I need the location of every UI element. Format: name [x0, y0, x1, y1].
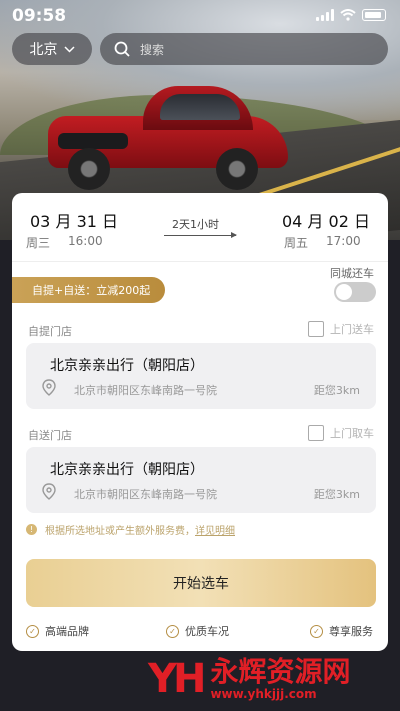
search-icon [114, 41, 130, 57]
return-time[interactable]: 17:00 [326, 234, 361, 248]
return-store-card[interactable]: 北京亲亲出行（朝阳店） 北京市朝阳区东峰南路一号院 距您3km [26, 447, 376, 513]
store-distance: 距您3km [313, 488, 360, 501]
watermark-title: 永辉资源网 [210, 655, 351, 688]
same-city-return-label: 同城还车 [330, 267, 374, 280]
booking-card: 03 月 31 日 周三 16:00 2天1小时 04 月 02 日 周五 17… [12, 193, 388, 651]
pickup-date[interactable]: 03 月 31 日 [30, 208, 118, 232]
location-pin-icon [42, 483, 56, 500]
rental-duration: 2天1小时 [172, 218, 219, 231]
wifi-icon [340, 9, 356, 21]
battery-icon [362, 9, 386, 21]
feature-item: ✓ 高端品牌 [26, 623, 89, 639]
location-pin-icon [42, 379, 56, 396]
store-name: 北京亲亲出行（朝阳店） [50, 358, 204, 374]
search-input[interactable]: 搜索 [100, 33, 388, 65]
fee-notice: ! 根据所选地址或产生额外服务费，详见明细 [26, 522, 235, 537]
store-address: 北京市朝阳区东峰南路一号院 [74, 488, 217, 501]
home-delivery-checkbox[interactable]: 上门送车 [308, 321, 374, 337]
return-weekday: 周五 [284, 236, 309, 250]
check-circle-icon: ✓ [166, 624, 179, 638]
pickup-store-label: 自提门店 [28, 325, 72, 338]
city-label: 北京 [29, 42, 58, 58]
search-placeholder: 搜索 [140, 42, 165, 57]
check-circle-icon: ✓ [26, 624, 39, 638]
signal-icon [316, 9, 334, 21]
store-address: 北京市朝阳区东峰南路一号院 [74, 384, 217, 397]
chevron-down-icon [63, 45, 75, 53]
store-distance: 距您3km [313, 384, 360, 397]
pickup-store-card[interactable]: 北京亲亲出行（朝阳店） 北京市朝阳区东峰南路一号院 距您3km [26, 343, 376, 409]
return-store-label: 自送门店 [28, 429, 72, 442]
watermark-logo: YH [148, 656, 206, 702]
fee-details-link[interactable]: 详见明细 [195, 526, 235, 537]
info-icon: ! [26, 524, 37, 535]
check-circle-icon: ✓ [310, 624, 323, 638]
home-pickup-checkbox[interactable]: 上门取车 [308, 425, 374, 441]
feature-item: ✓ 尊享服务 [310, 623, 373, 639]
city-selector[interactable]: 北京 [12, 33, 92, 65]
arrow-right-icon [164, 232, 237, 238]
return-date[interactable]: 04 月 02 日 [282, 208, 370, 232]
start-select-car-button[interactable]: 开始选车 [26, 559, 376, 607]
watermark-url: www.yhkjjj.com [210, 687, 317, 701]
red-car-illustration [48, 78, 288, 190]
store-name: 北京亲亲出行（朝阳店） [50, 462, 204, 478]
promo-badge: 自提+自送：立减200起 [12, 277, 165, 303]
status-bar: 09:58 [0, 0, 400, 32]
watermark: YH 永辉资源网 www.yhkjjj.com [148, 656, 350, 702]
status-time: 09:58 [12, 6, 67, 26]
pickup-time[interactable]: 16:00 [68, 234, 103, 248]
divider [12, 261, 388, 262]
pickup-weekday: 周三 [26, 236, 51, 250]
feature-item: ✓ 优质车况 [166, 623, 229, 639]
same-city-return-toggle[interactable] [334, 282, 376, 302]
